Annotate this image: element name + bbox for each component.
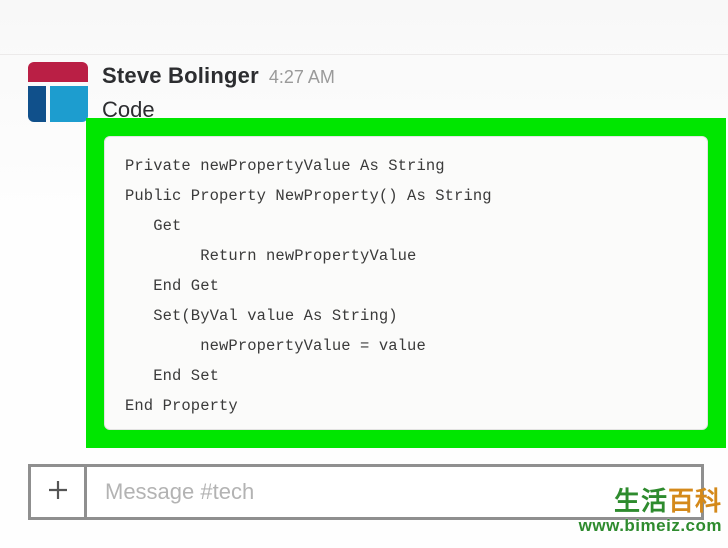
avatar-shape [28, 86, 46, 122]
code-content: Private newPropertyValue As String Publi… [125, 151, 689, 421]
attach-button[interactable] [28, 464, 84, 520]
message-username[interactable]: Steve Bolinger [102, 62, 259, 90]
plus-icon [47, 479, 69, 506]
message-block: Steve Bolinger 4:27 AM Code [28, 62, 728, 123]
avatar[interactable] [28, 62, 88, 122]
message-timestamp[interactable]: 4:27 AM [269, 63, 335, 91]
message-input-wrapper[interactable] [84, 464, 704, 520]
divider [0, 54, 728, 55]
message-input[interactable] [103, 478, 685, 506]
code-block[interactable]: Private newPropertyValue As String Publi… [104, 136, 708, 430]
avatar-shape [50, 86, 88, 122]
code-highlight-frame: Private newPropertyValue As String Publi… [86, 118, 726, 448]
message-header: Steve Bolinger 4:27 AM [102, 62, 728, 91]
message-composer [28, 464, 704, 520]
avatar-shape [28, 62, 88, 82]
